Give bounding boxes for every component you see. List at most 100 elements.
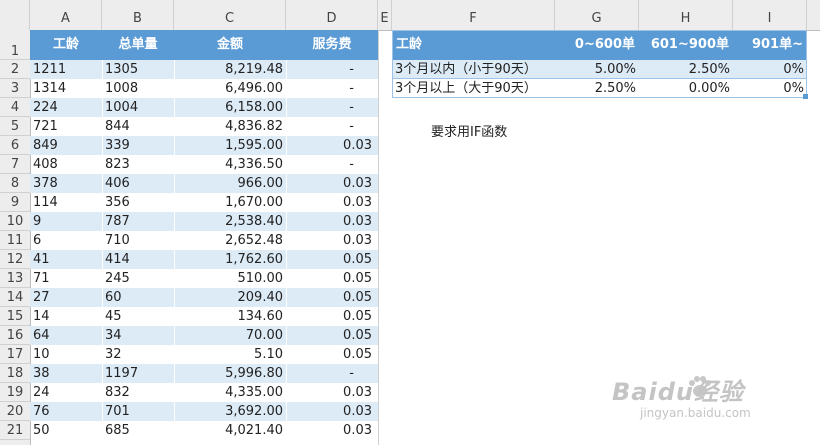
table-cell[interactable]: 114: [30, 193, 102, 212]
column-header-d[interactable]: D: [286, 0, 378, 30]
table-cell[interactable]: 4,335.00: [174, 383, 286, 402]
row-header-14[interactable]: 14: [0, 288, 30, 307]
table-cell[interactable]: 2.50%: [555, 79, 639, 98]
row-header-3[interactable]: 3: [0, 79, 30, 98]
table-cell[interactable]: 0.05: [286, 345, 378, 364]
row-header-2[interactable]: 2: [0, 60, 30, 79]
table-cell[interactable]: 0.05: [286, 250, 378, 269]
table-cell[interactable]: 0.03: [286, 231, 378, 250]
table-cell[interactable]: 209.40: [174, 288, 286, 307]
row-header-15[interactable]: 15: [0, 307, 30, 326]
table-cell[interactable]: 0.03: [286, 193, 378, 212]
table-resize-handle[interactable]: [803, 94, 808, 99]
table-cell[interactable]: 4,836.82: [174, 117, 286, 136]
table-cell[interactable]: 2,538.40: [174, 212, 286, 231]
table-cell[interactable]: 8,219.48: [174, 60, 286, 79]
row-header-12[interactable]: 12: [0, 250, 30, 269]
row-header-7[interactable]: 7: [0, 155, 30, 174]
table-cell[interactable]: 6: [30, 231, 102, 250]
table-cell[interactable]: 787: [102, 212, 174, 231]
table-cell[interactable]: 1,762.60: [174, 250, 286, 269]
table-cell[interactable]: 408: [30, 155, 102, 174]
row-header-10[interactable]: 10: [0, 212, 30, 231]
table-cell[interactable]: 60: [102, 288, 174, 307]
table-cell[interactable]: 3个月以上（大于90天）: [392, 79, 555, 98]
table-cell[interactable]: 356: [102, 193, 174, 212]
table-cell[interactable]: 41: [30, 250, 102, 269]
table-cell[interactable]: 378: [30, 174, 102, 193]
table-cell[interactable]: 823: [102, 155, 174, 174]
table-cell[interactable]: 849: [30, 136, 102, 155]
table-cell[interactable]: -: [286, 79, 378, 98]
left-header-amount[interactable]: 金额: [174, 30, 286, 60]
table-cell[interactable]: 6,158.00: [174, 98, 286, 117]
table-cell[interactable]: 1211: [30, 60, 102, 79]
table-cell[interactable]: 2.50%: [639, 60, 733, 79]
table-cell[interactable]: -: [286, 364, 378, 383]
table-cell[interactable]: 5.00%: [555, 60, 639, 79]
table-cell[interactable]: 701: [102, 402, 174, 421]
table-cell[interactable]: 339: [102, 136, 174, 155]
table-cell[interactable]: 76: [30, 402, 102, 421]
table-cell[interactable]: 0%: [733, 60, 807, 79]
column-header-a[interactable]: A: [30, 0, 102, 30]
table-cell[interactable]: 966.00: [174, 174, 286, 193]
row-header-5[interactable]: 5: [0, 117, 30, 136]
row-header-6[interactable]: 6: [0, 136, 30, 155]
column-header-h[interactable]: H: [639, 0, 733, 30]
select-all-corner[interactable]: [0, 0, 30, 30]
table-cell[interactable]: 134.60: [174, 307, 286, 326]
table-cell[interactable]: 0.03: [286, 174, 378, 193]
row-header-9[interactable]: 9: [0, 193, 30, 212]
row-header-17[interactable]: 17: [0, 345, 30, 364]
column-header-c[interactable]: C: [174, 0, 286, 30]
table-cell[interactable]: 71: [30, 269, 102, 288]
table-cell[interactable]: -: [286, 117, 378, 136]
table-cell[interactable]: 721: [30, 117, 102, 136]
row-header-16[interactable]: 16: [0, 326, 30, 345]
table-cell[interactable]: 4,336.50: [174, 155, 286, 174]
table-cell[interactable]: 0%: [733, 79, 807, 98]
table-cell[interactable]: -: [286, 60, 378, 79]
table-cell[interactable]: 832: [102, 383, 174, 402]
table-cell[interactable]: 245: [102, 269, 174, 288]
table-cell[interactable]: 0.05: [286, 288, 378, 307]
table-cell[interactable]: 5,996.80: [174, 364, 286, 383]
table-cell[interactable]: 14: [30, 307, 102, 326]
table-cell[interactable]: 70.00: [174, 326, 286, 345]
row-header-21[interactable]: 21: [0, 421, 30, 440]
table-cell[interactable]: 0.03: [286, 212, 378, 231]
row-header-1[interactable]: 1: [0, 30, 30, 60]
left-header-seniority[interactable]: 工龄: [30, 30, 102, 60]
table-cell[interactable]: 0.05: [286, 307, 378, 326]
table-cell[interactable]: 6,496.00: [174, 79, 286, 98]
table-cell[interactable]: -: [286, 98, 378, 117]
row-header-8[interactable]: 8: [0, 174, 30, 193]
table-cell[interactable]: 5.10: [174, 345, 286, 364]
table-cell[interactable]: -: [286, 155, 378, 174]
table-cell[interactable]: 1314: [30, 79, 102, 98]
row-header-20[interactable]: 20: [0, 402, 30, 421]
table-cell[interactable]: 38: [30, 364, 102, 383]
table-cell[interactable]: 24: [30, 383, 102, 402]
table-cell[interactable]: 32: [102, 345, 174, 364]
left-header-total-orders[interactable]: 总单量: [102, 30, 174, 60]
column-header-i[interactable]: I: [733, 0, 807, 30]
table-cell[interactable]: 9: [30, 212, 102, 231]
table-cell[interactable]: 0.00%: [639, 79, 733, 98]
table-cell[interactable]: 510.00: [174, 269, 286, 288]
table-cell[interactable]: 0.05: [286, 326, 378, 345]
table-cell[interactable]: 0.03: [286, 402, 378, 421]
table-cell[interactable]: 50: [30, 421, 102, 440]
left-header-service-fee[interactable]: 服务费: [286, 30, 378, 60]
table-cell[interactable]: 4,021.40: [174, 421, 286, 440]
row-header-18[interactable]: 18: [0, 364, 30, 383]
table-cell[interactable]: 1,595.00: [174, 136, 286, 155]
table-cell[interactable]: 710: [102, 231, 174, 250]
table-cell[interactable]: 224: [30, 98, 102, 117]
column-header-g[interactable]: G: [555, 0, 639, 30]
table-cell[interactable]: 0.03: [286, 383, 378, 402]
row-header-13[interactable]: 13: [0, 269, 30, 288]
table-cell[interactable]: 1197: [102, 364, 174, 383]
table-cell[interactable]: 1,670.00: [174, 193, 286, 212]
